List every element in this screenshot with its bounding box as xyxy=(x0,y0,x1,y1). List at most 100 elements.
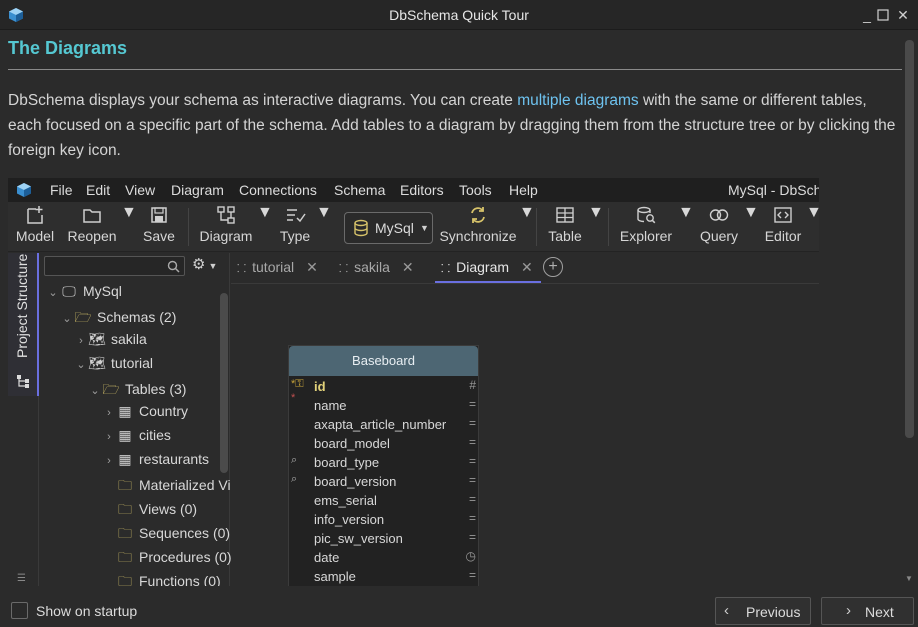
menu-help[interactable]: Help xyxy=(509,182,538,198)
editor-button[interactable]: Editor xyxy=(762,204,804,244)
tab-tutorial[interactable]: ⸬ tutorial ✕ xyxy=(237,253,318,283)
tree-search-input[interactable] xyxy=(44,256,185,276)
close-tab-icon[interactable]: ✕ xyxy=(402,259,414,275)
tree-item-schemas[interactable]: ⌄ 🗁 Schemas (2) xyxy=(60,307,176,329)
app-toolbar: Model Reopen ▼ Save Diagram ▼ Type ▼ MyS… xyxy=(8,202,819,252)
collapse-icon[interactable]: ⌄ xyxy=(88,384,102,397)
scrollbar-thumb[interactable] xyxy=(220,293,228,473)
column-row[interactable]: info_version = xyxy=(289,510,478,529)
collapse-handle-icon[interactable]: ☰ xyxy=(17,573,26,584)
menu-file[interactable]: File xyxy=(50,182,73,198)
menu-schema[interactable]: Schema xyxy=(334,182,385,198)
type-button[interactable]: Type xyxy=(276,204,314,244)
synchronize-button[interactable]: Synchronize xyxy=(438,204,518,244)
window-title: DbSchema Quick Tour xyxy=(389,7,529,23)
explorer-dropdown-icon[interactable]: ▼ xyxy=(678,204,694,222)
project-structure-tab[interactable]: Project Structure xyxy=(8,253,39,396)
diagram-button[interactable]: Diagram xyxy=(198,204,254,244)
reopen-button[interactable]: Reopen xyxy=(66,204,118,244)
tree-item-tutorial[interactable]: ⌄ 🗺 tutorial xyxy=(74,355,153,377)
folder-icon: 🗀 xyxy=(118,477,132,493)
connection-selector[interactable]: MySql ▼ xyxy=(344,212,433,244)
heading-divider xyxy=(8,69,902,70)
previous-button[interactable]: ‹ Previous xyxy=(715,597,811,625)
tree-item-mysql[interactable]: ⌄ 🖵 MySql xyxy=(46,283,122,305)
menu-diagram[interactable]: Diagram xyxy=(171,182,224,198)
close-tab-icon[interactable]: ✕ xyxy=(306,259,318,275)
table-button[interactable]: Table xyxy=(545,204,585,244)
close-tab-icon[interactable]: ✕ xyxy=(521,259,533,275)
column-row[interactable]: ⌕ board_version = xyxy=(289,472,478,491)
collapse-icon[interactable]: ⌄ xyxy=(46,286,60,299)
connection-dropdown-icon[interactable]: ▼ xyxy=(420,223,429,233)
column-row[interactable]: axapta_article_number = xyxy=(289,415,478,434)
tree-item-functions[interactable]: 🗀 Functions (0) xyxy=(102,571,221,586)
tree-item-procedures[interactable]: 🗀 Procedures (0) xyxy=(102,547,232,569)
expand-icon[interactable]: › xyxy=(74,335,88,347)
tour-footer: Show on startup ‹ Previous › Next xyxy=(0,594,918,627)
structure-tree-icon xyxy=(17,375,29,388)
editor-dropdown-icon[interactable]: ▼ xyxy=(806,204,819,222)
scroll-down-icon[interactable]: ▼ xyxy=(904,574,914,584)
connection-icon: 🖵 xyxy=(62,283,76,299)
tree-item-materialized-views[interactable]: 🗀 Materialized Vi xyxy=(102,475,231,497)
tree-item-label: Schemas (2) xyxy=(97,309,177,325)
tab-sakila[interactable]: ⸬ sakila ✕ xyxy=(339,253,414,283)
show-on-startup-checkbox[interactable] xyxy=(11,602,28,619)
type-dropdown-icon[interactable]: ▼ xyxy=(316,204,332,222)
menu-edit[interactable]: Edit xyxy=(86,182,110,198)
content-scrollbar[interactable]: ▼ xyxy=(904,40,914,584)
tree-item-restaurants[interactable]: › ▦ restaurants xyxy=(102,451,209,473)
diagram-dropdown-icon[interactable]: ▼ xyxy=(257,204,273,222)
tree-item-label: Views (0) xyxy=(139,501,198,517)
column-row[interactable]: ⌕ board_type = xyxy=(289,453,478,472)
synchronize-dropdown-icon[interactable]: ▼ xyxy=(519,204,535,222)
collapse-icon[interactable]: ⌄ xyxy=(60,312,74,325)
explorer-button[interactable]: Explorer xyxy=(618,204,674,244)
tree-item-cities[interactable]: › ▦ cities xyxy=(102,427,171,449)
entity-header[interactable]: Baseboard xyxy=(289,346,478,376)
reopen-dropdown-icon[interactable]: ▼ xyxy=(121,204,137,222)
collapse-icon[interactable]: ⌄ xyxy=(74,358,88,371)
menu-connections[interactable]: Connections xyxy=(239,182,317,198)
multiple-diagrams-link[interactable]: multiple diagrams xyxy=(517,92,638,109)
tree-item-country[interactable]: › ▦ Country xyxy=(102,403,188,425)
table-dropdown-icon[interactable]: ▼ xyxy=(588,204,604,222)
column-row[interactable]: ems_serial = xyxy=(289,491,478,510)
tree-item-sakila[interactable]: › 🗺 sakila xyxy=(74,331,147,353)
tree-scrollbar[interactable] xyxy=(220,293,228,543)
tree-item-label: MySql xyxy=(83,283,122,299)
close-icon[interactable]: ✕ xyxy=(892,4,914,26)
column-row[interactable]: * name = xyxy=(289,392,478,415)
tab-diagram[interactable]: ⸬ Diagram ✕ xyxy=(435,253,541,283)
next-button[interactable]: › Next xyxy=(821,597,914,625)
expand-icon[interactable]: › xyxy=(102,455,116,467)
expand-icon[interactable]: › xyxy=(102,431,116,443)
editor-label: Editor xyxy=(764,228,802,244)
diagram-canvas[interactable]: Baseboard *⚿ id # * name = axapta_article_nu… xyxy=(231,285,819,586)
menu-view[interactable]: View xyxy=(125,182,155,198)
query-button[interactable]: Query xyxy=(696,204,742,244)
column-row[interactable]: date ◷ xyxy=(289,548,478,567)
column-row[interactable]: sample = xyxy=(289,567,478,586)
maximize-icon[interactable] xyxy=(872,4,894,26)
menu-editors[interactable]: Editors xyxy=(400,182,444,198)
entity-baseboard[interactable]: Baseboard *⚿ id # * name = axapta_article_nu… xyxy=(288,345,479,586)
model-button[interactable]: Model xyxy=(14,204,56,244)
add-tab-icon[interactable]: + xyxy=(543,257,563,277)
tree-item-tables[interactable]: ⌄ 🗁 Tables (3) xyxy=(88,379,186,401)
save-button[interactable]: Save xyxy=(142,204,176,244)
column-row[interactable]: *⚿ id # xyxy=(289,377,478,396)
tree-item-label: sakila xyxy=(111,331,147,347)
tree-item-views[interactable]: 🗀 Views (0) xyxy=(102,499,197,521)
scrollbar-thumb[interactable] xyxy=(905,40,914,438)
column-row[interactable]: board_model = xyxy=(289,434,478,453)
expand-icon[interactable]: › xyxy=(102,407,116,419)
column-name: axapta_article_number xyxy=(314,417,447,432)
query-dropdown-icon[interactable]: ▼ xyxy=(743,204,759,222)
tree-settings-icon[interactable]: ⚙ ▼ xyxy=(192,255,217,273)
column-row[interactable]: pic_sw_version = xyxy=(289,529,478,548)
tree-item-sequences[interactable]: 🗀 Sequences (0) xyxy=(102,523,230,545)
type-label: Type xyxy=(279,228,311,244)
menu-tools[interactable]: Tools xyxy=(459,182,492,198)
